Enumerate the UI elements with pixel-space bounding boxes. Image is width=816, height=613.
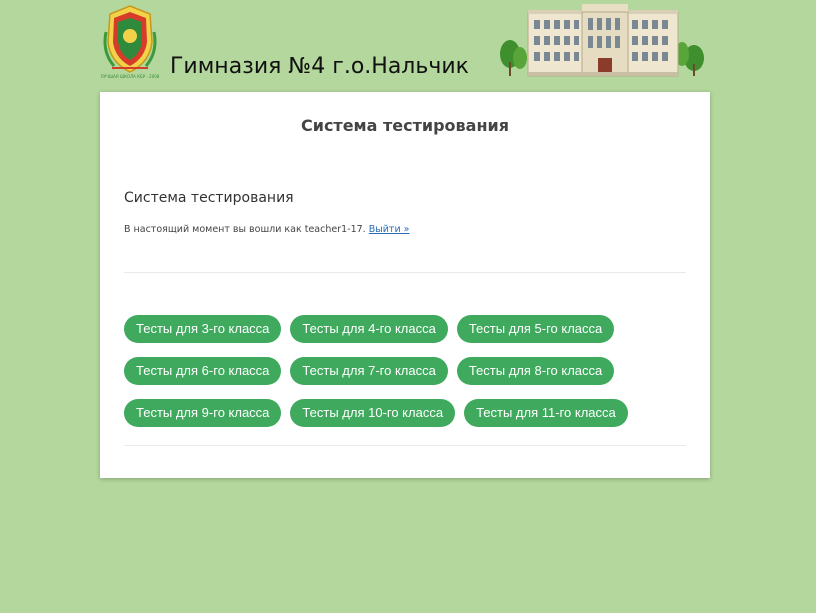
site-header: ЛУЧШАЯ ШКОЛА КБР - 2008 Гимназия №4 г.о.… [0, 0, 816, 92]
login-status: В настоящий момент вы вошли как teacher1… [124, 224, 409, 235]
tests-grade-8-button[interactable]: Тесты для 8-го класса [456, 357, 615, 385]
tests-grade-5-button[interactable]: Тесты для 5-го класса [456, 315, 615, 343]
tests-grade-11-button[interactable]: Тесты для 11-го класса [464, 399, 628, 427]
test-buttons-row-3: Тесты для 9-го класса Тесты для 10-го кл… [124, 399, 628, 427]
tests-grade-4-button[interactable]: Тесты для 4-го класса [290, 315, 448, 343]
test-buttons-row-2: Тесты для 6-го класса Тесты для 7-го кла… [124, 357, 615, 385]
tests-grade-3-button[interactable]: Тесты для 3-го класса [124, 315, 282, 343]
divider-top [124, 272, 686, 273]
login-status-text: В настоящий момент вы вошли как teacher1… [124, 224, 366, 235]
tests-grade-9-button[interactable]: Тесты для 9-го класса [124, 399, 282, 427]
school-building-image [500, 4, 704, 77]
test-buttons-row-1: Тесты для 3-го класса Тесты для 4-го кла… [124, 315, 615, 343]
page-title: Система тестирования [300, 116, 509, 135]
tests-grade-6-button[interactable]: Тесты для 6-го класса [124, 357, 282, 385]
main-card: Система тестирования Система тестировани… [100, 92, 710, 478]
svg-text:ЛУЧШАЯ ШКОЛА КБР - 2008: ЛУЧШАЯ ШКОЛА КБР - 2008 [101, 74, 160, 79]
site-title: Гимназия №4 г.о.Нальчик [170, 54, 469, 79]
tests-grade-10-button[interactable]: Тесты для 10-го класса [290, 399, 456, 427]
section-title: Система тестирования [124, 190, 294, 206]
tests-grade-7-button[interactable]: Тесты для 7-го класса [290, 357, 448, 385]
logout-link[interactable]: Выйти » [369, 224, 410, 235]
divider-bottom [124, 445, 686, 446]
school-emblem-logo: ЛУЧШАЯ ШКОЛА КБР - 2008 [101, 5, 160, 79]
